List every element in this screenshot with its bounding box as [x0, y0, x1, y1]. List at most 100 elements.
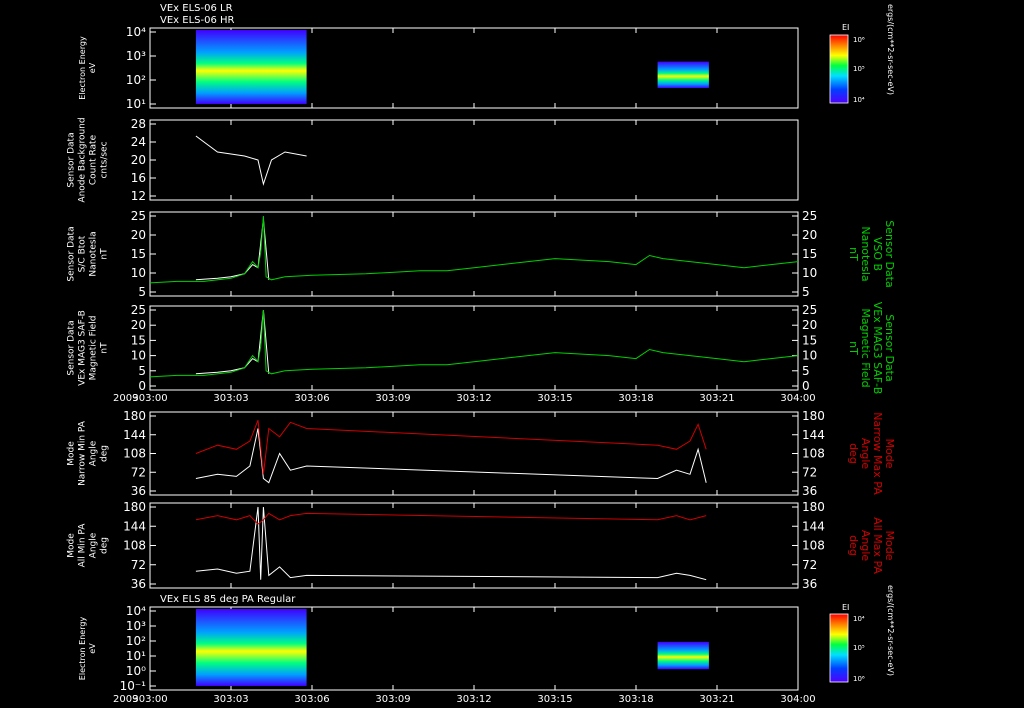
- y-tick-label-right: 5: [802, 364, 810, 378]
- y-tick-label-right: 36: [802, 577, 817, 591]
- y-tick-label: 0: [138, 379, 146, 393]
- spectrogram-segment: [657, 61, 709, 88]
- y-tick-label: 20: [131, 318, 146, 332]
- y-tick-label: 15: [131, 247, 146, 261]
- ylabel-left: Electron Energy eV: [78, 617, 97, 681]
- ylabel-left: Sensor Data Anode Background Count Rate cnt…: [67, 117, 110, 202]
- time-tick-label: 303:09: [375, 694, 410, 705]
- time-tick-label: 303:12: [456, 694, 491, 705]
- colorbar-bottom-label: EI: [842, 603, 849, 612]
- y-tick-label: 10⁻¹: [120, 679, 147, 693]
- colorbar-top-scale: [829, 34, 849, 104]
- series-line: [195, 428, 707, 484]
- ylabel-line: Mode: [67, 441, 77, 466]
- colorbar-bottom-tick-1: 10⁵: [853, 644, 865, 652]
- time-tick-label: 304:00: [780, 393, 815, 404]
- y-tick-label: 144: [123, 428, 146, 442]
- colorbar-bottom-units: ergs/(cm**2-sr-sec-eV): [886, 585, 895, 676]
- series-line: [195, 506, 707, 581]
- y-tick-label: 10¹: [126, 97, 146, 111]
- ylabel-right: ModeAll Max PAAngledeg: [847, 517, 896, 574]
- panel-electron-energy-top: 10⁴ 10³ 10² 10¹ Electron Energy eV: [78, 25, 799, 111]
- ylabel-line: Mode: [67, 533, 77, 558]
- series-line: [195, 512, 707, 525]
- ylabel-line: deg: [100, 537, 110, 554]
- title-lr: VEx ELS-06 LR: [160, 3, 233, 14]
- ylabel-right-line: nT: [847, 247, 860, 261]
- series-line: [195, 218, 270, 281]
- y-tick-label: 10³: [126, 49, 146, 63]
- y-tick-label: 25: [131, 209, 146, 223]
- y-tick-label: 10¹: [126, 649, 146, 663]
- ylabel-line: Electron Energy: [78, 36, 87, 100]
- panel-electron-energy-bottom: 10⁴10³10²10¹10⁰10⁻¹ Electron Energy eV: [78, 604, 799, 693]
- y-tick-label: 108: [123, 539, 146, 553]
- y-tick-label: 36: [131, 484, 146, 498]
- ylabel-line: eV: [88, 643, 97, 654]
- y-tick-label: 28: [131, 117, 146, 131]
- colorbar-bottom-scale: [829, 613, 849, 683]
- colorbar-bottom-tick-2: 10⁶: [853, 675, 865, 683]
- y-tick-label: 72: [131, 558, 146, 572]
- time-tick-label: 303:21: [699, 694, 734, 705]
- ylabel-line: nT: [100, 342, 110, 354]
- spectrogram-segment: [195, 30, 307, 104]
- panel-all-pa: 180 180 144 144 108 108 72 72 36 36 Mode All Min PA…: [67, 500, 897, 591]
- time-tick-label: 303:00: [132, 393, 167, 404]
- spectrogram-segment: [195, 609, 307, 686]
- ylabel-line: S/C Btot: [78, 235, 88, 272]
- panel-frame: [149, 211, 799, 297]
- colorbar-top: EI 10⁶ 10⁵ 10⁴ ergs/(cm**2-sr-sec-eV): [829, 4, 895, 104]
- y-tick-label-right: 5: [802, 285, 810, 299]
- series-line: [149, 215, 799, 284]
- time-tick-label: 303:21: [699, 393, 734, 404]
- y-tick-label-right: 20: [802, 228, 817, 242]
- y-tick-label: 10²: [126, 73, 146, 87]
- ylabel-right: Sensor DataVSO BNanoteslanT: [847, 220, 896, 287]
- y-tick-label-right: 15: [802, 333, 817, 347]
- y-tick-label: 10⁴: [126, 604, 146, 618]
- time-tick-label: 303:15: [537, 694, 572, 705]
- y-tick-label: 180: [123, 409, 146, 423]
- y-tick-label: 36: [131, 577, 146, 591]
- y-tick-label-right: 0: [802, 379, 810, 393]
- ylabel-left: Mode All Min PA Angle deg: [67, 523, 110, 568]
- colorbar-top-tick-1: 10⁵: [853, 65, 865, 73]
- time-tick-label: 303:03: [213, 694, 248, 705]
- colorbar-bottom: EI 10⁴ 10⁵ 10⁶ ergs/(cm**2-sr-sec-eV): [829, 585, 895, 683]
- y-tick-label-right: 15: [802, 247, 817, 261]
- title-hr: VEx ELS-06 HR: [160, 15, 235, 26]
- colorbar-top-units: ergs/(cm**2-sr-sec-eV): [886, 4, 895, 95]
- ylabel-line: deg: [100, 445, 110, 462]
- ylabel-line: Angle: [89, 440, 99, 466]
- ylabel-line: Magnetic Field: [89, 316, 99, 381]
- y-tick-label: 144: [123, 519, 146, 533]
- ylabel-line: VEx MAG3 SAF-B: [78, 310, 88, 386]
- ylabel-line: Angle: [89, 532, 99, 558]
- ylabel-left: Sensor Data VEx MAG3 SAF-B Magnetic Field n…: [67, 310, 110, 386]
- colorbar-bottom-tick-0: 10⁴: [853, 615, 865, 623]
- ylabel-right-line: nT: [847, 341, 860, 355]
- series-line: [195, 420, 707, 475]
- panel-frame: [149, 305, 799, 391]
- multi-panel-chart: VEx ELS-06 LR VEx ELS-06 HR VEx ELS 85 d…: [67, 3, 897, 705]
- time-tick-label: 303:18: [618, 393, 653, 404]
- panel-anode-background: 28 24 20 16 12 Sensor Data Anode Background Cou…: [67, 117, 799, 203]
- panel-sc-bmag: 25 25 20 20 15 15 10 10 5 5 Sensor Data S/C Btot Nan…: [67, 209, 897, 299]
- y-tick-label: 25: [131, 303, 146, 317]
- y-tick-label: 16: [131, 171, 146, 185]
- y-tick-label: 10³: [126, 619, 146, 633]
- panel-frame: [149, 411, 799, 496]
- ylabel-left: Mode Narrow Min PA Angle deg: [67, 420, 110, 486]
- time-tick-label: 303:06: [294, 694, 329, 705]
- y-tick-label: 20: [131, 153, 146, 167]
- time-tick-label: 303:03: [213, 393, 248, 404]
- ylabel-line: nT: [100, 248, 110, 260]
- panels: 10⁴10³10²10¹Electron Energy eV2824201612S…: [67, 25, 897, 693]
- time-tick-label: 303:15: [537, 393, 572, 404]
- series-line: [149, 309, 799, 378]
- ylabel-line: eV: [88, 62, 97, 73]
- panel-mag-saf-b: 25 2520 2015 1510 105 50 0Sensor Data VEx MAG3 …: [67, 302, 897, 395]
- ylabel-line: Count Rate: [89, 134, 99, 185]
- ylabel-line: Nanotesla: [89, 231, 99, 276]
